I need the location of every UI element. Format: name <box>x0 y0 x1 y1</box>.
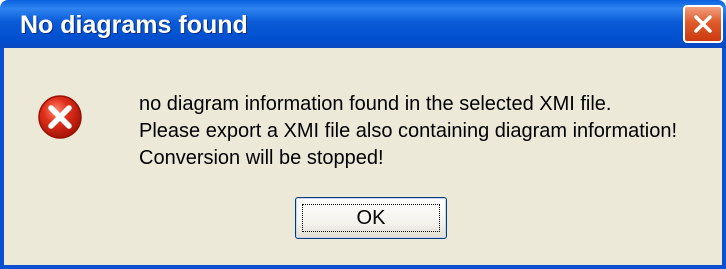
ok-button-label: OK <box>356 207 386 229</box>
dialog-body: no diagram information found in the sele… <box>4 48 722 265</box>
close-icon <box>694 15 712 33</box>
message-line: Conversion will be stopped! <box>139 147 384 169</box>
ok-button[interactable]: OK <box>295 197 447 239</box>
window-frame-bottom <box>0 265 726 269</box>
window-frame-right <box>722 48 726 269</box>
message-text: no diagram information found in the sele… <box>139 91 677 172</box>
message-line: Please export a XMI file also containing… <box>139 120 678 142</box>
window-title: No diagrams found <box>20 11 248 39</box>
title-bar[interactable]: No diagrams found <box>0 0 726 48</box>
message-dialog: No diagrams found no diagram information… <box>0 0 726 269</box>
error-icon <box>38 95 82 139</box>
message-line: no diagram information found in the sele… <box>139 93 612 115</box>
close-button[interactable] <box>683 5 723 43</box>
